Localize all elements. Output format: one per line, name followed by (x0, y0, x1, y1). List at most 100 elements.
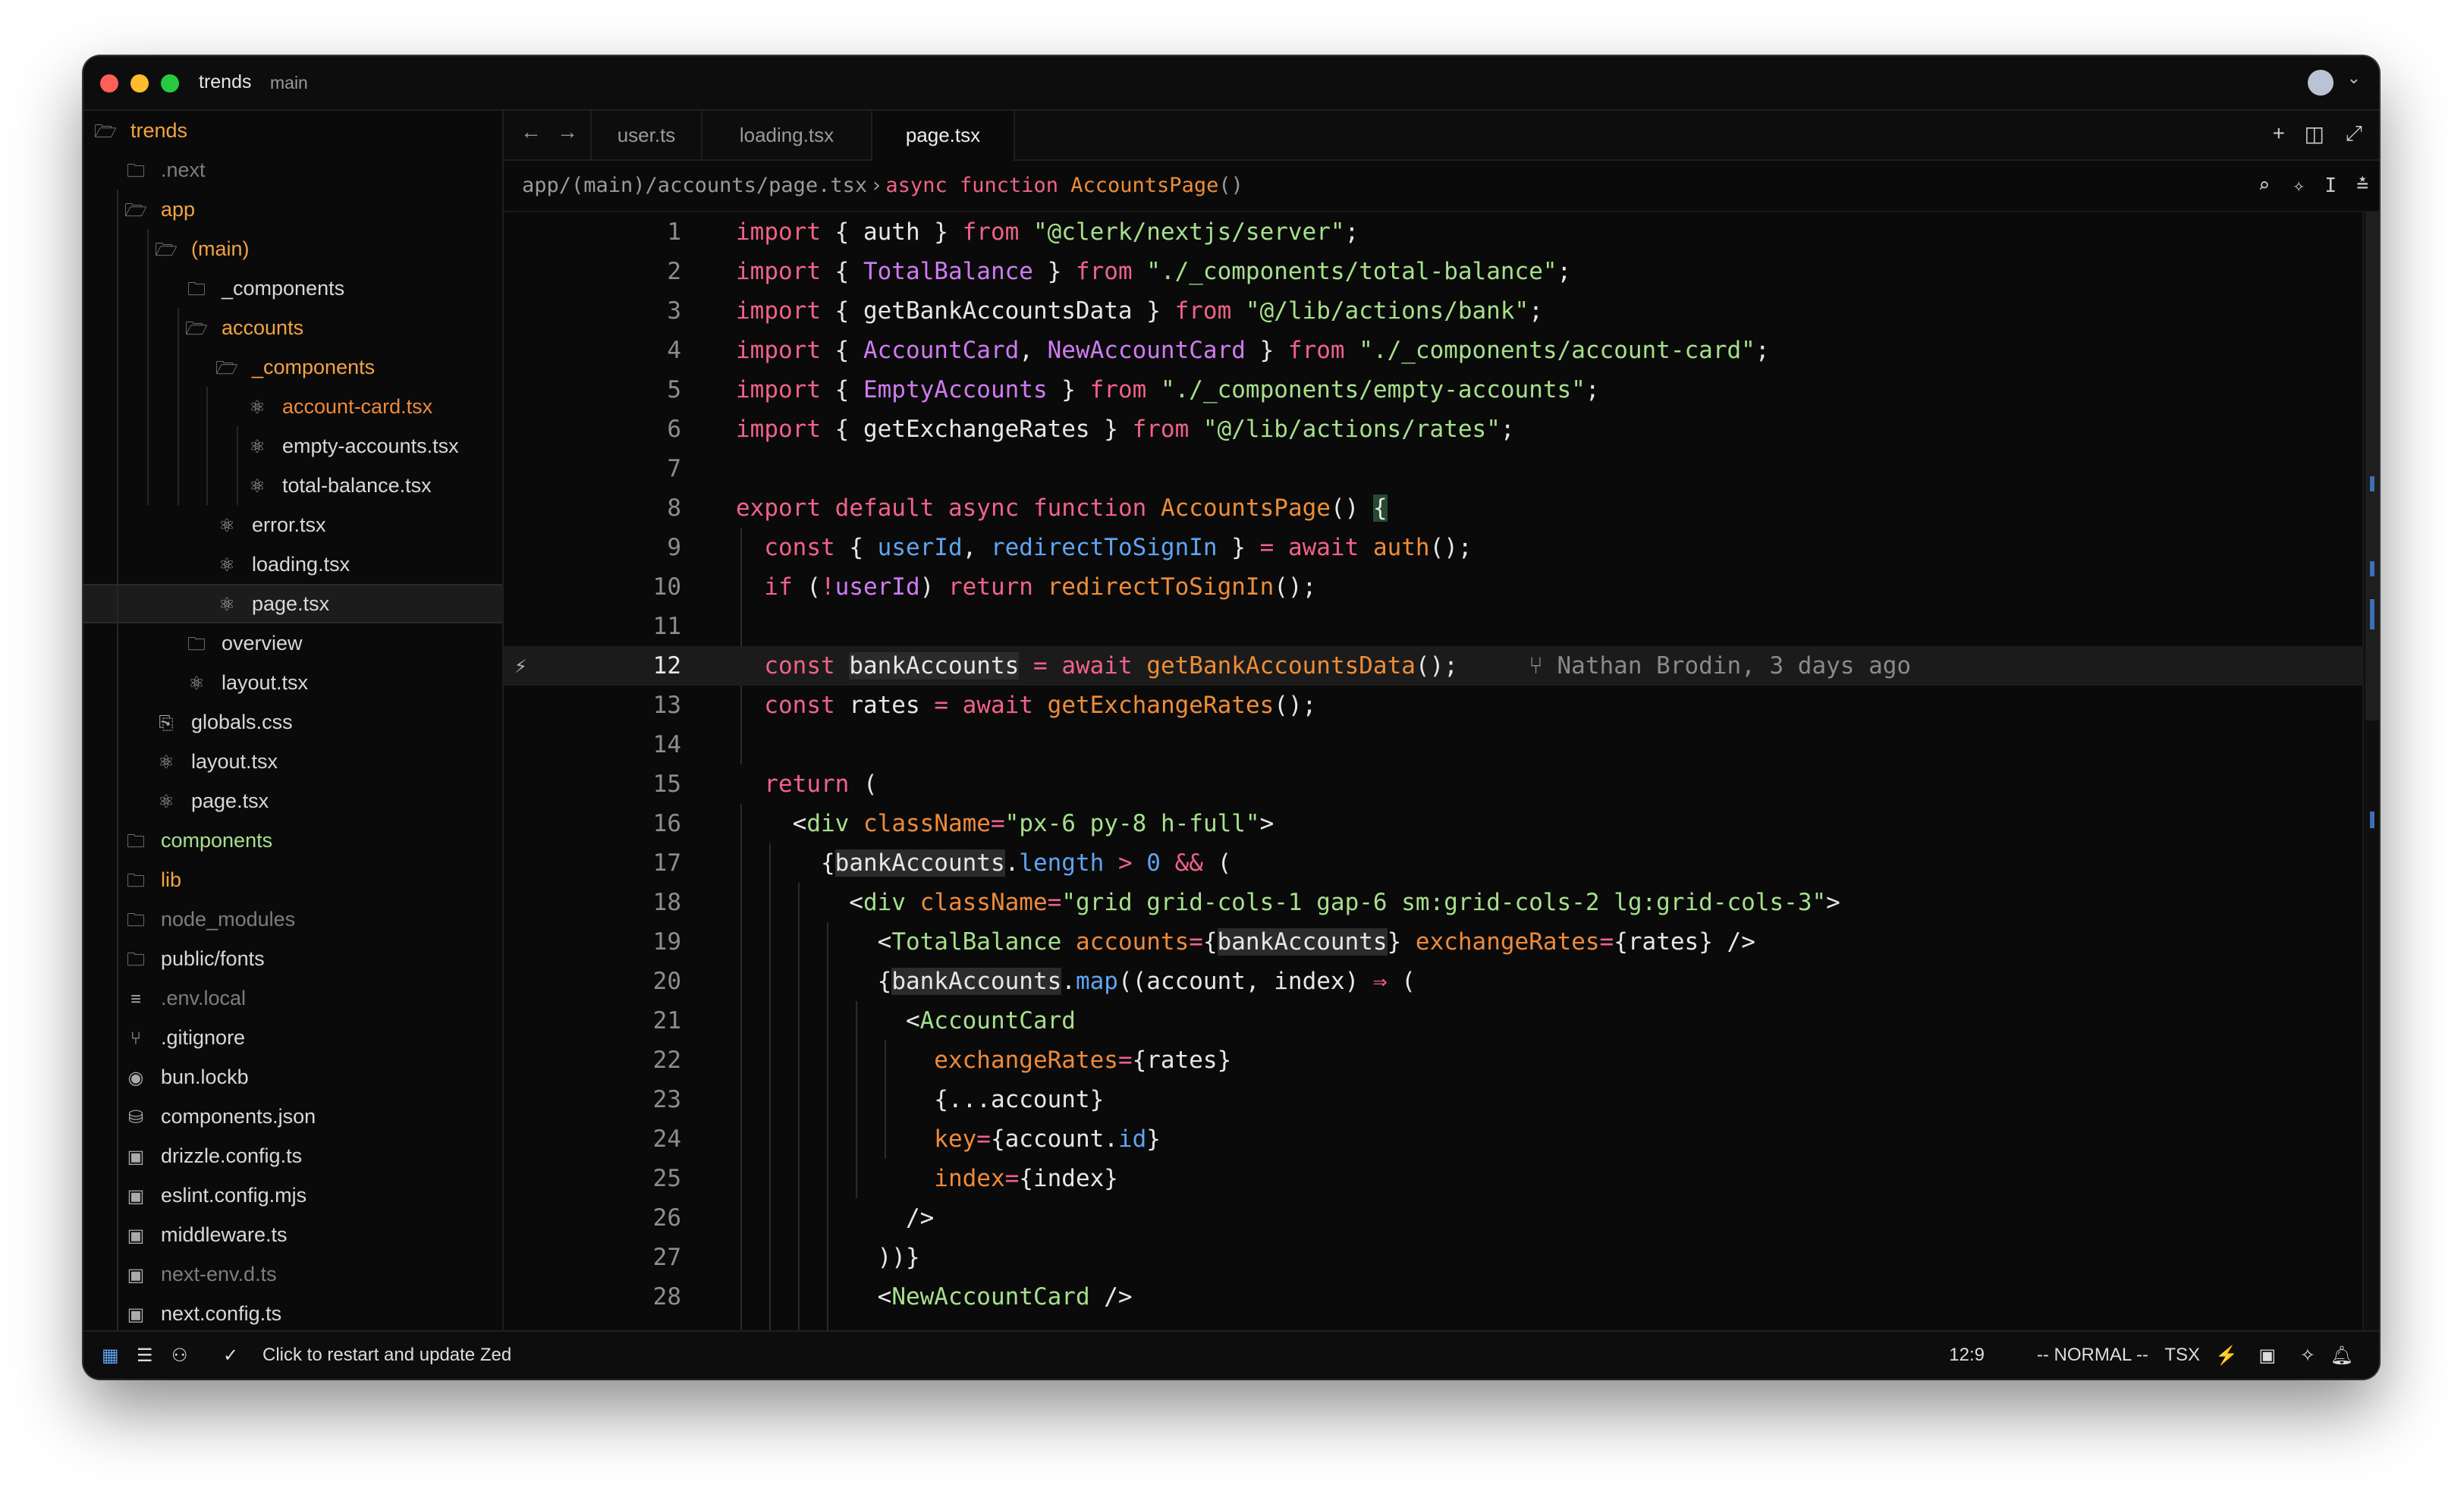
tree-item[interactable]: 🗀 .next (83, 150, 502, 190)
tree-item[interactable]: ◉ bun.lockb (83, 1057, 502, 1097)
tree-item[interactable]: 🗀 components (83, 821, 502, 860)
update-notice[interactable]: Click to restart and update Zed (262, 1345, 511, 1366)
minimize-window-button[interactable] (130, 74, 149, 93)
code-line[interactable]: 2 import { TotalBalance } from "./_compon… (504, 252, 2362, 291)
code-editor[interactable]: 1 import { auth } from "@clerk/nextjs/ser… (504, 212, 2362, 1335)
assistant-sparkle-icon[interactable]: ✧ (2293, 161, 2305, 211)
branch-name[interactable]: main (270, 73, 308, 93)
breadcrumb[interactable]: app/(main)/accounts/page.tsx › async funct… (504, 161, 2379, 211)
project-name[interactable]: trends (199, 71, 251, 93)
tree-item[interactable]: ⚛ total-balance.tsx (83, 466, 502, 505)
code-line[interactable]: 4 import { AccountCard, NewAccountCard } … (504, 331, 2362, 370)
outline-icon[interactable]: ☰ (137, 1345, 153, 1367)
code-line[interactable]: 19 <TotalBalance accounts={bankAccounts}… (504, 922, 2362, 962)
code-line[interactable]: 23 {...account} (504, 1080, 2362, 1119)
tree-item[interactable]: ⚛ empty-accounts.tsx (83, 426, 502, 466)
breadcrumb-path[interactable]: app/(main)/accounts/page.tsx (522, 174, 867, 197)
code-line[interactable]: 14 (504, 725, 2362, 764)
text-cursor-icon[interactable]: I (2324, 161, 2337, 211)
back-arrow-icon[interactable]: ← (520, 120, 542, 144)
search-icon[interactable]: ⌕ (2258, 161, 2270, 211)
code-line[interactable]: 17 {bankAccounts.length > 0 && ( (504, 843, 2362, 883)
breadcrumb-symbol-name[interactable]: AccountsPage (1070, 174, 1218, 197)
code-line[interactable]: 11 (504, 607, 2362, 646)
forward-arrow-icon[interactable]: → (557, 120, 578, 144)
inline-git-blame[interactable]: ⑂ Nathan Brodin, 3 days ago (1458, 652, 1911, 680)
plus-icon[interactable]: + (2273, 121, 2285, 146)
tree-item[interactable]: ▣ eslint.config.mjs (83, 1176, 502, 1215)
maximize-icon[interactable]: ⤢ (2346, 121, 2362, 146)
code-line[interactable]: 6 import { getExchangeRates } from "@/lib… (504, 410, 2362, 449)
tab-loading-tsx[interactable]: loading.tsx (702, 111, 872, 159)
tree-indent-guide (147, 229, 149, 505)
code-line[interactable]: 13 const rates = await getExchangeRates(… (504, 686, 2362, 725)
tree-item-label: components (161, 829, 273, 852)
tree-item[interactable]: ▣ next-env.d.ts (83, 1254, 502, 1294)
code-line[interactable]: 5 import { EmptyAccounts } from "./_compo… (504, 370, 2362, 410)
code-line[interactable]: 3 import { getBankAccountsData } from "@/… (504, 291, 2362, 331)
cursor-position[interactable]: 12:9 (1949, 1345, 1985, 1366)
zoom-window-button[interactable] (161, 74, 179, 93)
tree-item[interactable]: 🗁 trends (83, 111, 502, 150)
tab-user-ts[interactable]: user.ts (590, 111, 702, 159)
scrollbar-thumb[interactable] (2365, 212, 2379, 720)
tree-item[interactable]: ▣ drizzle.config.ts (83, 1136, 502, 1176)
code-line[interactable]: 7 (504, 449, 2362, 488)
tree-item[interactable]: ⚛ account-card.tsx (83, 387, 502, 426)
tree-item[interactable]: 🗁 _components (83, 347, 502, 387)
tree-item[interactable]: ⛁ components.json (83, 1097, 502, 1136)
code-line[interactable]: 28 <NewAccountCard /> (504, 1277, 2362, 1317)
code-text: exchangeRates={rates} (934, 1047, 1232, 1074)
code-line[interactable]: 26 /> (504, 1198, 2362, 1238)
tree-item[interactable]: ⚛ error.tsx (83, 505, 502, 545)
project-panel-toggle-icon[interactable]: ▦ (102, 1345, 119, 1367)
tree-item[interactable]: ≡ .env.local (83, 978, 502, 1018)
language-selector[interactable]: TSX (2164, 1345, 2200, 1366)
tree-item[interactable]: ▣ next.config.ts (83, 1294, 502, 1332)
notifications-bell-icon[interactable]: 🔔︎ (2330, 1345, 2353, 1367)
tree-item[interactable]: ⎘ globals.css (83, 702, 502, 742)
close-window-button[interactable] (100, 74, 118, 93)
tree-item[interactable]: ⑂ .gitignore (83, 1018, 502, 1057)
code-line[interactable]: 24 key={account.id} (504, 1119, 2362, 1159)
terminal-icon[interactable]: ▣ (2258, 1345, 2276, 1367)
split-pane-icon[interactable]: ◫ (2305, 121, 2324, 146)
code-line[interactable]: 20 {bankAccounts.map((account, index) ⇒ … (504, 962, 2362, 1001)
code-line[interactable]: ⚡ 12 const bankAccounts = await getBankAc… (504, 646, 2362, 686)
tree-item[interactable]: ⚛ layout.tsx (83, 663, 502, 702)
tree-item[interactable]: 🗀 public/fonts (83, 939, 502, 978)
code-line[interactable]: 10 if (!userId) return redirectToSignIn(… (504, 567, 2362, 607)
tree-item[interactable]: 🗁 (main) (83, 229, 502, 268)
tree-item[interactable]: 🗀 _components (83, 268, 502, 308)
tree-item[interactable]: 🗀 lib (83, 860, 502, 899)
tree-item[interactable]: ⚛ layout.tsx (83, 742, 502, 781)
tree-item[interactable]: 🗁 accounts (83, 308, 502, 347)
code-line[interactable]: 8 export default async function AccountsP… (504, 488, 2362, 528)
settings-sliders-icon[interactable]: ≛ (2356, 161, 2368, 211)
tree-item[interactable]: ⚛ page.tsx (83, 584, 502, 623)
breadcrumb-symbol-parens: () (1218, 174, 1243, 197)
tree-item[interactable]: 🗁 app (83, 190, 502, 229)
tree-item[interactable]: ⚛ page.tsx (83, 781, 502, 821)
code-line[interactable]: 1 import { auth } from "@clerk/nextjs/ser… (504, 212, 2362, 252)
code-line[interactable]: 25 index={index} (504, 1159, 2362, 1198)
code-line[interactable]: 21 <AccountCard (504, 1001, 2362, 1041)
tree-item[interactable]: ▣ middleware.ts (83, 1215, 502, 1254)
tree-item[interactable]: 🗀 overview (83, 623, 502, 663)
tree-item[interactable]: 🗀 node_modules (83, 899, 502, 939)
assistant-icon[interactable]: ✧ (2300, 1345, 2315, 1367)
collaborators-icon[interactable]: ⚇ (171, 1345, 188, 1367)
code-line[interactable]: 18 <div className="grid grid-cols-1 gap-… (504, 883, 2362, 922)
code-line[interactable]: 9 const { userId, redirectToSignIn } = a… (504, 528, 2362, 567)
tree-indent-guide (117, 190, 118, 1332)
tree-item[interactable]: ⚛ loading.tsx (83, 545, 502, 584)
user-avatar[interactable] (2308, 70, 2334, 96)
tab-page-tsx[interactable]: page.tsx (872, 111, 1015, 161)
code-line[interactable]: 22 exchangeRates={rates} (504, 1041, 2362, 1080)
code-line[interactable]: 16 <div className="px-6 py-8 h-full"> (504, 804, 2362, 843)
chevron-down-icon[interactable]: ⌄ (2347, 68, 2361, 88)
code-line[interactable]: 15 return ( (504, 764, 2362, 804)
code-line[interactable]: 27 ))} (504, 1238, 2362, 1277)
editor-scrollbar[interactable] (2362, 212, 2379, 1335)
copilot-icon[interactable]: ⚡ (2215, 1345, 2238, 1367)
